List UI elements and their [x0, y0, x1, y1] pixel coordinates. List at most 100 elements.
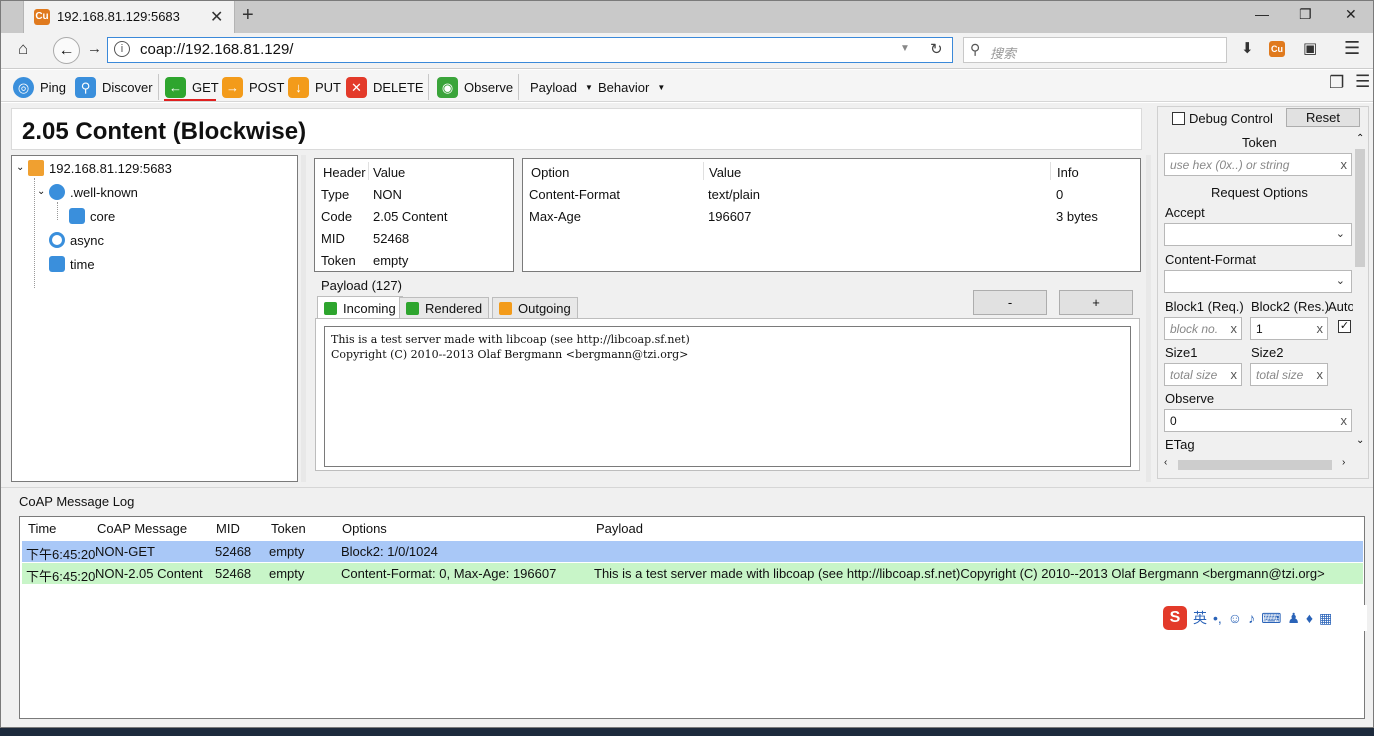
- copper-addon-icon[interactable]: Cu: [1269, 41, 1285, 57]
- debug-control-checkbox[interactable]: [1172, 112, 1185, 125]
- back-button[interactable]: ←: [53, 37, 80, 64]
- punctuation-icon[interactable]: •,: [1213, 610, 1222, 626]
- value-column[interactable]: Value: [373, 165, 405, 180]
- maximize-button[interactable]: ❐: [1299, 6, 1312, 23]
- log-column-token[interactable]: Token: [271, 521, 306, 536]
- scroll-thumb[interactable]: [1178, 460, 1332, 470]
- post-button[interactable]: → POST: [222, 75, 284, 99]
- zoom-in-button[interactable]: +: [1059, 290, 1133, 315]
- reset-button[interactable]: Reset: [1286, 108, 1360, 127]
- content-format-select[interactable]: ⌄: [1164, 270, 1352, 293]
- emoji-icon[interactable]: ☺: [1228, 610, 1242, 626]
- block2-field[interactable]: 1 x: [1250, 317, 1328, 340]
- auto-checkbox[interactable]: ✓: [1338, 320, 1351, 333]
- clear-icon[interactable]: x: [1317, 367, 1324, 382]
- header-column[interactable]: Header: [323, 165, 366, 180]
- accept-select[interactable]: ⌄: [1164, 223, 1352, 246]
- log-column-payload[interactable]: Payload: [596, 521, 643, 536]
- size1-field[interactable]: total size x: [1164, 363, 1242, 386]
- home-icon[interactable]: ⌂: [18, 39, 28, 59]
- browser-tab[interactable]: Cu 192.168.81.129:5683 ✕: [23, 1, 235, 33]
- scroll-thumb[interactable]: [1355, 149, 1365, 267]
- tree-item-core[interactable]: core: [69, 208, 115, 224]
- search-box[interactable]: ⚲ 搜索: [963, 37, 1227, 63]
- microphone-icon[interactable]: ♪: [1248, 610, 1255, 626]
- zoom-out-button[interactable]: -: [973, 290, 1047, 315]
- behavior-menu[interactable]: Behavior ▼: [598, 75, 665, 99]
- toolbox-icon[interactable]: ▦: [1319, 610, 1332, 627]
- etag-label: ETag: [1165, 437, 1195, 452]
- tab-rendered[interactable]: Rendered: [399, 297, 490, 319]
- delete-label: DELETE: [373, 79, 424, 95]
- log-row[interactable]: 下午6:45:20 NON-GET 52468 empty Block2: 1/…: [22, 541, 1363, 562]
- block1-field[interactable]: block no. x: [1164, 317, 1242, 340]
- observe-field[interactable]: 0 x: [1164, 409, 1352, 432]
- minimize-button[interactable]: —: [1255, 6, 1269, 22]
- discover-button[interactable]: ⚲ Discover: [75, 75, 153, 99]
- tab-outgoing[interactable]: Outgoing: [492, 297, 578, 319]
- log-column-options[interactable]: Options: [342, 521, 387, 536]
- tree-expand-icon[interactable]: ⌄: [16, 162, 24, 173]
- option-column[interactable]: Option: [531, 165, 569, 180]
- sidebar-icon[interactable]: ▣: [1303, 39, 1317, 57]
- tree-item-async[interactable]: async: [49, 232, 104, 248]
- scroll-right-icon[interactable]: ›: [1342, 457, 1345, 468]
- address-bar[interactable]: i coap://192.168.81.129/ ▼ ↻: [107, 37, 953, 63]
- token-placeholder: use hex (0x..) or string: [1170, 158, 1290, 172]
- tree-expand-icon[interactable]: ⌄: [37, 186, 45, 197]
- delete-button[interactable]: ✕ DELETE: [346, 75, 424, 99]
- horizontal-scrollbar[interactable]: ‹ ›: [1164, 457, 1352, 472]
- token-field[interactable]: use hex (0x..) or string x: [1164, 153, 1352, 176]
- clear-icon[interactable]: x: [1231, 321, 1238, 336]
- clear-icon[interactable]: x: [1341, 413, 1348, 428]
- get-button[interactable]: ← GET: [165, 75, 219, 99]
- option-name: Max-Age: [529, 209, 582, 224]
- payload-text[interactable]: This is a test server made with libcoap …: [324, 326, 1131, 467]
- auto-label: Auto: [1328, 299, 1355, 314]
- info-column[interactable]: Info: [1057, 165, 1079, 180]
- tree-splitter[interactable]: [301, 155, 306, 482]
- scroll-down-icon[interactable]: ⌄: [1356, 435, 1364, 446]
- skin-icon[interactable]: ♦: [1306, 610, 1313, 626]
- log-column-mid[interactable]: MID: [216, 521, 240, 536]
- put-button[interactable]: ↓ PUT: [288, 75, 341, 99]
- ime-language-toggle[interactable]: 英: [1193, 608, 1207, 628]
- keyboard-icon[interactable]: ⌨: [1261, 610, 1281, 627]
- tree-item-label: time: [70, 256, 95, 272]
- observe-button[interactable]: ◉ Observe: [437, 75, 513, 99]
- log-column-message[interactable]: CoAP Message: [97, 521, 187, 536]
- payload-menu[interactable]: Payload ▼: [530, 75, 593, 99]
- right-splitter[interactable]: [1146, 155, 1151, 482]
- menu-icon[interactable]: ☰: [1344, 38, 1360, 59]
- history-dropdown-icon[interactable]: ▼: [900, 43, 910, 54]
- ping-button[interactable]: ◎ Ping: [13, 75, 66, 99]
- tree-root[interactable]: 192.168.81.129:5683: [28, 160, 172, 176]
- tree-item-time[interactable]: time: [49, 256, 95, 272]
- clear-icon[interactable]: x: [1341, 157, 1348, 172]
- scroll-left-icon[interactable]: ‹: [1164, 457, 1167, 468]
- url-text[interactable]: coap://192.168.81.129/: [140, 41, 293, 58]
- close-tab-icon[interactable]: ✕: [210, 7, 223, 27]
- info-icon[interactable]: i: [114, 41, 130, 57]
- put-arrow-icon: ↓: [288, 76, 309, 98]
- clear-icon[interactable]: x: [1231, 367, 1238, 382]
- value-column[interactable]: Value: [709, 165, 741, 180]
- log-row[interactable]: 下午6:45:20 NON-2.05 Content 52468 empty C…: [22, 563, 1363, 584]
- forward-button[interactable]: →: [87, 40, 102, 57]
- clear-icon[interactable]: x: [1317, 321, 1324, 336]
- download-icon[interactable]: ⬇: [1241, 39, 1254, 57]
- search-placeholder[interactable]: 搜索: [990, 43, 1016, 62]
- tree-item-well-known[interactable]: .well-known: [49, 184, 138, 200]
- size2-field[interactable]: total size x: [1250, 363, 1328, 386]
- log-column-time[interactable]: Time: [28, 521, 56, 536]
- toolbar-menu-icon[interactable]: ☰: [1355, 72, 1370, 92]
- new-tab-button[interactable]: +: [242, 4, 254, 27]
- reload-icon[interactable]: ↻: [930, 40, 943, 58]
- panel-toggle-icon[interactable]: ❐: [1329, 73, 1344, 93]
- vertical-scrollbar[interactable]: ⌃ ⌄: [1353, 133, 1367, 451]
- sogou-logo-icon[interactable]: S: [1163, 606, 1187, 630]
- user-icon[interactable]: ♟: [1287, 610, 1300, 627]
- close-window-button[interactable]: ✕: [1345, 6, 1357, 23]
- scroll-up-icon[interactable]: ⌃: [1356, 133, 1364, 144]
- tab-incoming[interactable]: Incoming: [317, 296, 403, 320]
